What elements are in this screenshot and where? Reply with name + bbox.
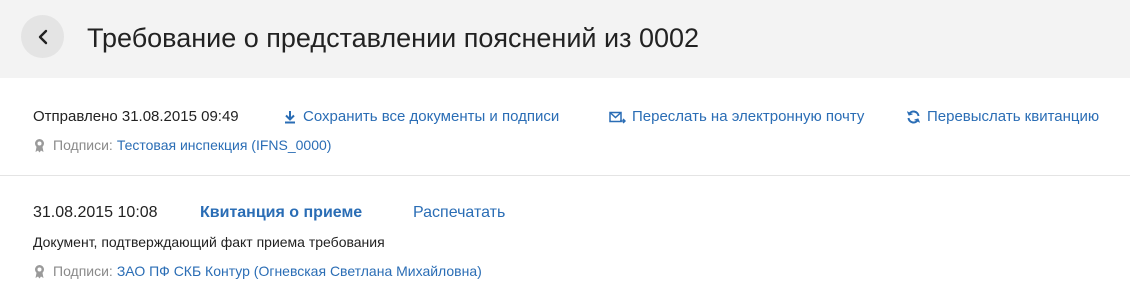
receipt-date: 31.08.2015 10:08 [33,204,158,221]
signatures-label: Подписи: [53,263,113,279]
print-link[interactable]: Распечатать [413,202,505,224]
seal-icon [35,138,44,152]
download-icon [285,111,295,124]
receipt-description: Документ, подтверждающий факт приема тре… [33,234,385,250]
save-all-documents-link[interactable]: Сохранить все документы и подписи [283,107,559,127]
sent-section: Отправлено 31.08.2015 09:49 Сохранить вс… [0,78,1130,176]
back-button[interactable] [21,15,64,58]
resend-receipt-label: Перевыслать квитанцию [927,108,1100,125]
header: Требование о представлении пояснений из … [0,0,1130,78]
chevron-left-icon [38,29,47,44]
forward-email-label: Переслать на электронную почту [632,108,865,125]
receipt-link[interactable]: Квитанция о приеме [200,202,362,224]
receipt-signatures-row: Подписи: ЗАО ПФ СКБ Контур (Огневская Св… [33,262,482,280]
sent-timestamp: Отправлено 31.08.2015 09:49 [33,108,239,125]
refresh-icon [907,110,920,124]
page: Требование о представлении пояснений из … [0,0,1130,302]
mail-forward-icon [609,111,626,124]
resend-receipt-link[interactable]: Перевыслать квитанцию [906,107,1099,127]
seal-icon [35,264,44,278]
signature-link[interactable]: ЗАО ПФ СКБ Контур (Огневская Светлана Ми… [117,262,482,280]
signatures-label: Подписи: [53,137,113,153]
signatures-row: Подписи: Тестовая инспекция (IFNS_0000) [33,136,331,154]
save-all-documents-label: Сохранить все документы и подписи [303,108,560,125]
forward-email-link[interactable]: Переслать на электронную почту [609,107,864,127]
signature-link[interactable]: Тестовая инспекция (IFNS_0000) [117,136,332,154]
page-title: Требование о представлении пояснений из … [87,23,700,53]
